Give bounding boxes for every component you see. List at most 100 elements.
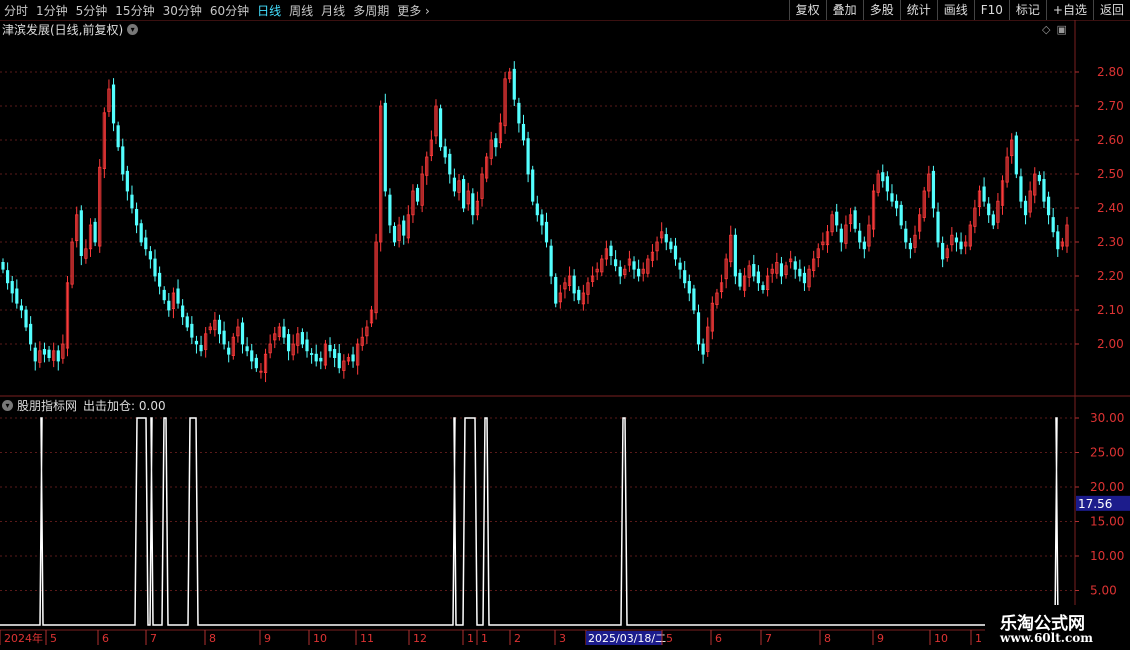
candle-body [964, 241, 968, 247]
candle-body [323, 343, 328, 366]
candle-body [6, 270, 10, 284]
candle-body [162, 289, 166, 301]
tab-fenshi[interactable]: 分时 [0, 2, 32, 19]
candle-body [356, 343, 360, 366]
candle-body [812, 258, 816, 271]
candle-body [632, 261, 636, 270]
candle-body [941, 242, 945, 260]
f10-button[interactable]: F10 [973, 0, 1009, 20]
candle-body [296, 333, 300, 346]
candle-body [701, 343, 705, 355]
candle-body [379, 105, 383, 243]
candle-body [747, 265, 751, 278]
tab-30min[interactable]: 30分钟 [159, 2, 206, 19]
tab-15min[interactable]: 15分钟 [111, 2, 158, 19]
tab-1min[interactable]: 1分钟 [32, 2, 72, 19]
candle-body [111, 84, 116, 124]
candle-body [577, 289, 581, 301]
candle-body [56, 350, 60, 362]
candle-body [1042, 179, 1046, 202]
candle-body [844, 224, 848, 244]
candle-body [719, 282, 724, 293]
candle-body [871, 190, 876, 230]
candle-body [742, 275, 747, 291]
panel-toggle-icon[interactable]: ▣ [1056, 23, 1066, 36]
candle-body [614, 259, 618, 267]
tab-more[interactable]: 更多 › [393, 2, 434, 19]
candle-body [374, 241, 378, 314]
candle-body [1060, 241, 1064, 247]
diamond-icon[interactable]: ◇ [1042, 23, 1050, 36]
mark-button[interactable]: 标记 [1008, 0, 1046, 20]
tab-5min[interactable]: 5分钟 [72, 2, 112, 19]
candle-body [47, 349, 51, 358]
candle-body [153, 258, 157, 277]
candle-body [664, 234, 668, 243]
candlestick-series [1, 61, 1069, 383]
back-button[interactable]: 返回 [1092, 0, 1130, 20]
candle-body [333, 349, 337, 359]
candle-body [549, 245, 553, 277]
candle-body [885, 176, 889, 192]
candle-body [761, 285, 765, 290]
candle-body [784, 265, 788, 276]
candle-body [752, 264, 756, 277]
tab-60min[interactable]: 60分钟 [206, 2, 253, 19]
candle-body [134, 208, 139, 226]
multi-stock-button[interactable]: 多股 [862, 0, 900, 20]
candle-body [798, 268, 802, 277]
draw-line-button[interactable]: 画线 [936, 0, 974, 20]
candle-body [968, 224, 972, 247]
indicator-value-text: 17.56 [1078, 497, 1112, 511]
candle-body [936, 211, 940, 243]
candle-body [392, 225, 397, 243]
candle-body [70, 241, 74, 285]
fuquan-button[interactable]: 复权 [788, 0, 826, 20]
tab-daily[interactable]: 日线 [253, 2, 285, 19]
overlay-button[interactable]: 叠加 [825, 0, 863, 20]
candle-body [291, 343, 295, 356]
candle-body [1005, 156, 1009, 183]
indicator-tick-label: 30.00 [1090, 411, 1124, 425]
candle-body [360, 336, 364, 346]
candle-body [678, 262, 682, 270]
tab-weekly[interactable]: 周线 [285, 2, 317, 19]
time-tick-label: 3 [559, 632, 566, 645]
price-tick-label: 2.80 [1097, 65, 1124, 79]
candle-body [517, 102, 521, 124]
candle-body [627, 258, 632, 266]
candle-body [660, 231, 664, 239]
chevron-down-icon[interactable]: ▾ [2, 399, 13, 411]
candle-body [563, 282, 567, 290]
candle-body [286, 334, 291, 352]
candle-body [19, 305, 24, 311]
add-watchlist-button[interactable]: +自选 [1045, 0, 1093, 20]
candle-body [254, 357, 258, 369]
candle-body [756, 271, 760, 284]
candle-body [452, 177, 456, 192]
statistics-button[interactable]: 统计 [899, 0, 937, 20]
chevron-down-icon[interactable]: ▾ [127, 23, 139, 35]
candle-body [29, 323, 33, 345]
candle-body [494, 138, 498, 148]
candle-body [1010, 139, 1014, 157]
candle-body [181, 305, 185, 318]
time-tick-label: 6 [715, 632, 722, 645]
candle-body [567, 275, 572, 286]
candle-body [835, 211, 839, 226]
tab-multi-period[interactable]: 多周期 [349, 2, 393, 19]
candle-body [448, 153, 452, 175]
candle-body [1037, 174, 1041, 182]
date-cursor-highlight [586, 631, 662, 645]
tab-monthly[interactable]: 月线 [317, 2, 349, 19]
candle-body [715, 292, 719, 305]
candle-body [245, 346, 249, 352]
chart-canvas: 2.80 2.70 2.60 2.50 2.40 2.30 2.20 2.10 2.00 30.0… [0, 20, 1130, 645]
candle-body [429, 139, 433, 157]
candle-body [770, 268, 774, 274]
candle-body [881, 172, 885, 182]
more-label: 更多 [397, 3, 422, 18]
candle-body [775, 261, 779, 274]
candle-body [526, 138, 530, 175]
candle-body [194, 340, 199, 345]
